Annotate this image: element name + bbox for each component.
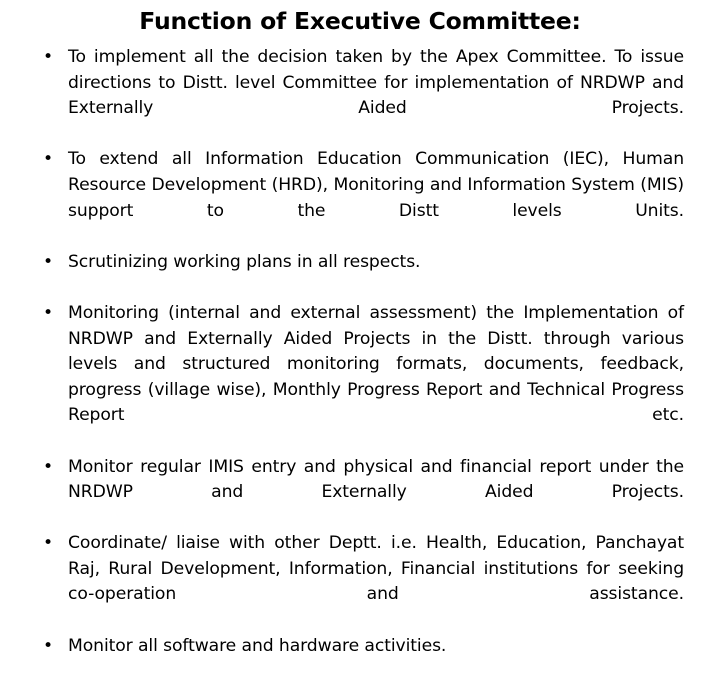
bullet-marker-icon: • bbox=[43, 251, 54, 272]
list-item: • Monitoring (internal and external asse… bbox=[38, 301, 684, 455]
list-item-text: To implement all the decision taken by t… bbox=[68, 47, 684, 119]
bullet-list: • To implement all the decision taken by… bbox=[38, 45, 684, 685]
list-item: • To extend all Information Education Co… bbox=[38, 147, 684, 249]
slide-canvas: Function of Executive Committee: • To im… bbox=[0, 0, 720, 656]
list-item-text: Scrutinizing working plans in all respec… bbox=[68, 251, 421, 272]
bullet-marker-icon: • bbox=[43, 533, 54, 554]
list-item-text: Monitor regular IMIS entry and physical … bbox=[68, 456, 684, 503]
list-item-text: To extend all Information Education Comm… bbox=[68, 149, 684, 221]
list-item: • Monitor regular IMIS entry and physica… bbox=[38, 455, 684, 532]
bullet-marker-icon: • bbox=[43, 47, 54, 67]
list-item-text: Monitor all software and hardware activi… bbox=[68, 635, 447, 656]
list-item: • Scrutinizing working plans in all resp… bbox=[38, 250, 684, 301]
page-title: Function of Executive Committee: bbox=[139, 7, 581, 35]
list-item: • Coordinate/ liaise with other Deptt. i… bbox=[38, 531, 684, 633]
list-item-text: Monitoring (internal and external assess… bbox=[68, 302, 684, 426]
list-item: • To implement all the decision taken by… bbox=[38, 45, 684, 147]
bullet-marker-icon: • bbox=[43, 302, 54, 323]
bullet-marker-icon: • bbox=[43, 149, 54, 170]
bullet-marker-icon: • bbox=[43, 635, 54, 656]
list-item: • Monitor all software and hardware acti… bbox=[38, 634, 684, 685]
list-item-text: Coordinate/ liaise with other Deptt. i.e… bbox=[68, 533, 684, 605]
bullet-marker-icon: • bbox=[43, 456, 54, 477]
